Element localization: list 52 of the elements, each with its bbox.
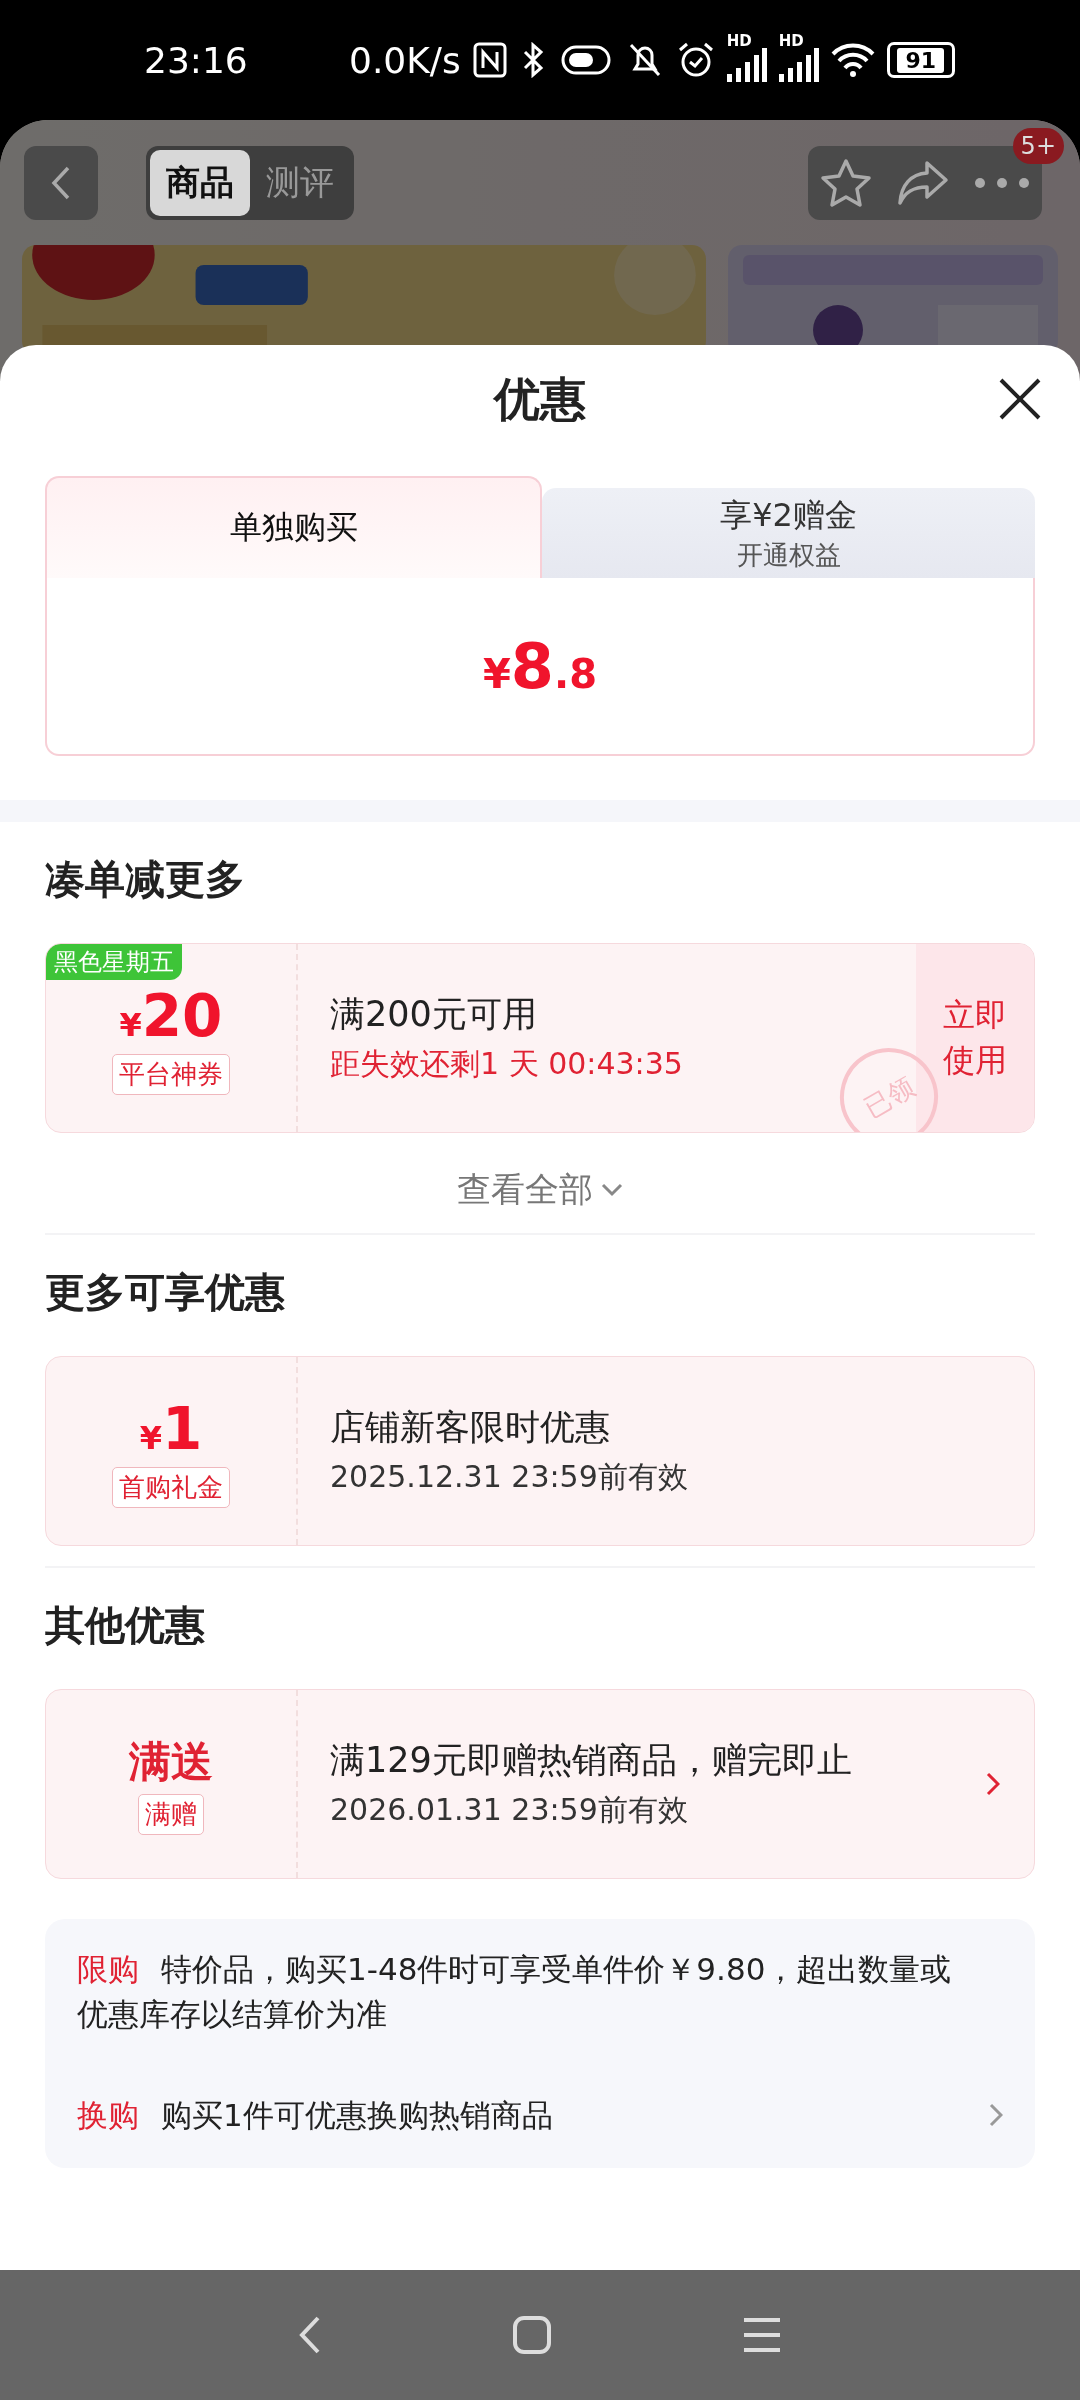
section-title: 更多可享优惠 [45,1268,286,1317]
price-tab[interactable]: 享¥2赠金 开通权益 [542,488,1035,578]
nfc-icon [472,42,507,78]
chevron-down-icon [601,1183,623,1197]
page-tab[interactable]: 测评 [250,149,350,216]
promo-tag: 黑色星期五 [46,944,182,980]
coupon-condition: 满200元可用 [330,993,538,1036]
coupon-validity: 距失效还剩1 天 00:43:35 [330,1045,684,1083]
section-title: 其他优惠 [45,1601,206,1650]
use-now-button[interactable]: 立即使用 [916,944,1034,1132]
network-type: HD [726,32,752,50]
coupon-label: 平台神券 [112,1053,230,1095]
coupon-amount: ¥20 [119,981,223,1050]
signal-icon [778,48,819,82]
sheet-title: 优惠 [494,371,586,428]
back-button[interactable] [24,145,98,220]
signal-icon [726,48,767,82]
network-speed: 0.0K/s [349,39,461,81]
toggle-icon [560,43,613,77]
page-tab[interactable]: 商品 [150,149,250,216]
notification-badge: 5+ [1012,127,1064,164]
share-icon[interactable] [897,159,949,206]
rule-text: 换购 购买1件可优惠换购热销商品 [77,2095,553,2135]
chevron-right-icon [986,1772,1000,1796]
more-icon[interactable] [973,176,1030,189]
network-type: HD [778,32,804,50]
view-all-link[interactable]: 查看全部 [457,1167,623,1213]
wifi-icon [830,43,875,77]
coupon-card[interactable]: ¥1 首购礼金 店铺新客限时优惠 2025.12.31 23:59前有效 [45,1356,1035,1546]
home-icon[interactable] [512,2315,552,2355]
alarm-icon [676,41,715,79]
back-icon [50,164,72,201]
coupon-condition: 满129元即赠热销商品，赠完即止 [330,1739,853,1782]
battery-icon: 91 [886,42,955,78]
coupon-condition: 店铺新客限时优惠 [330,1406,611,1449]
price: ¥8.8 [483,629,597,703]
coupon-card[interactable]: 满送 满赠 满129元即赠热销商品，赠完即止 2026.01.31 23:59前有效 [45,1689,1035,1879]
coupon-label: 满赠 [138,1793,204,1835]
coupon-label: 首购礼金 [112,1466,230,1508]
chevron-right-icon[interactable] [989,2103,1003,2128]
menu-icon[interactable] [742,2317,782,2353]
coupon-amount: ¥1 [139,1394,203,1463]
close-icon[interactable] [998,377,1042,421]
rule-text: 限购 特价品，购买1-48件时可享受单件价￥9.80，超出数量或优惠库存以结算价为准 [77,1950,953,2034]
section-title: 凑单减更多 [45,855,246,904]
price-tab[interactable]: 单独购买 [45,476,542,578]
coupon-type: 满送 [129,1735,213,1788]
coupon-validity: 2026.01.31 23:59前有效 [330,1791,689,1829]
star-icon[interactable] [820,157,873,208]
back-icon[interactable] [298,2315,322,2355]
coupon-validity: 2025.12.31 23:59前有效 [330,1458,689,1496]
status-time: 23:16 [144,39,249,81]
